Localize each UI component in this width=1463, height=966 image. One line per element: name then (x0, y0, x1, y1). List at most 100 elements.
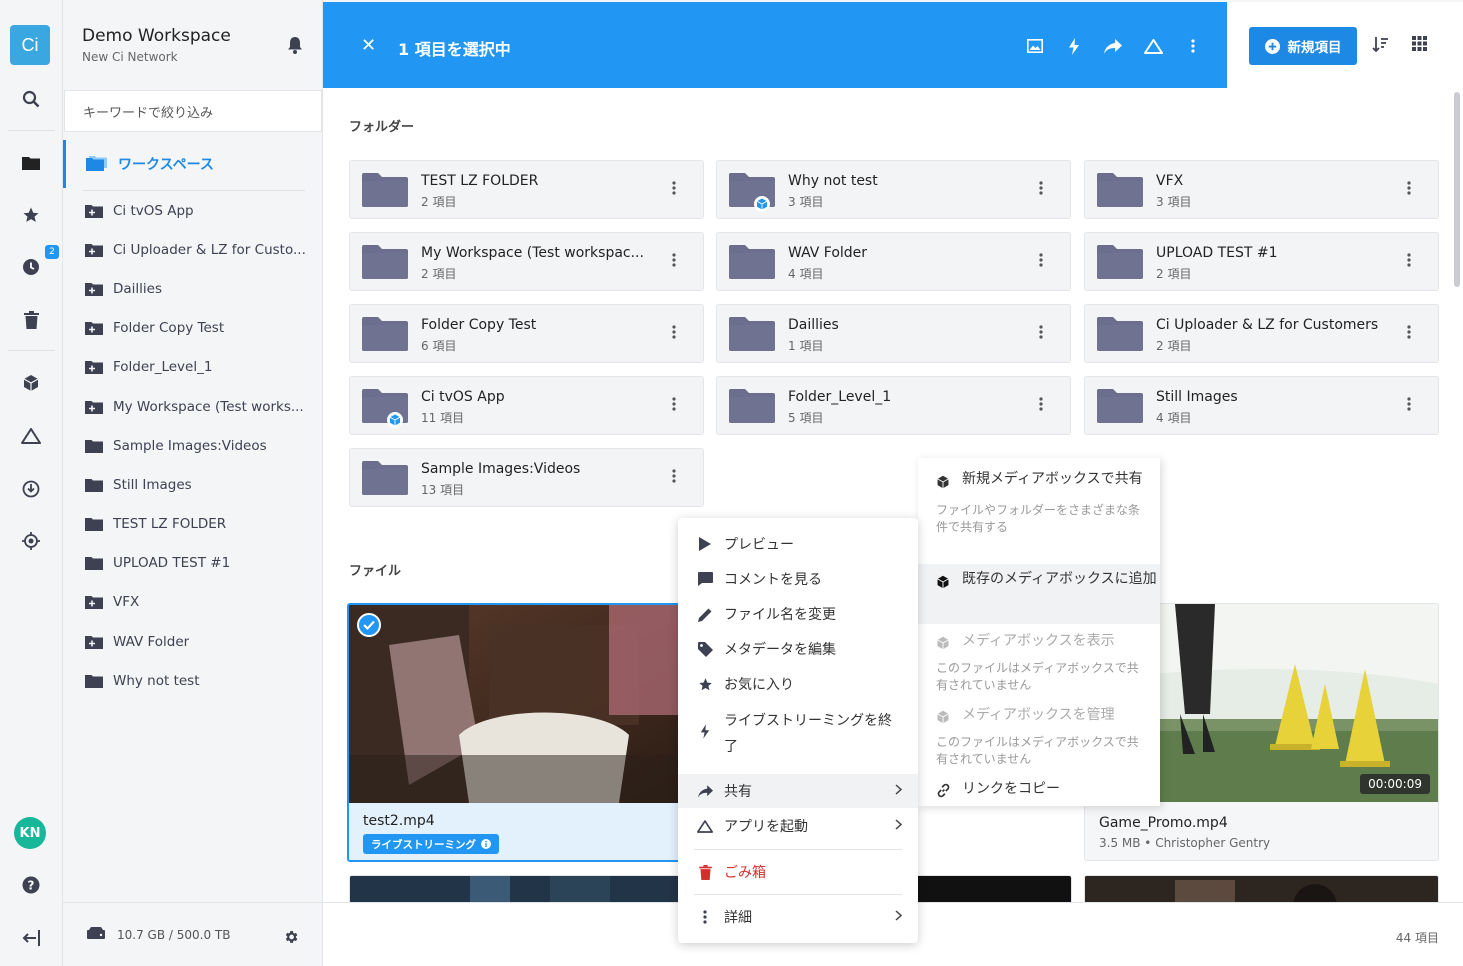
more-icon[interactable] (672, 397, 676, 415)
sidebar-folder-item[interactable]: Daillies (85, 269, 310, 308)
more-icon[interactable] (1407, 253, 1411, 271)
grid-icon[interactable] (1412, 36, 1427, 55)
sidebar-folder-item[interactable]: UPLOAD TEST #1 (85, 544, 310, 583)
sidebar-folder-item[interactable]: Ci tvOS App (85, 191, 310, 230)
more-icon[interactable] (672, 181, 676, 199)
menu-item-end-livestream[interactable]: ライブストリーミングを終了 (678, 708, 918, 758)
more-icon[interactable] (1183, 36, 1203, 56)
sidebar-item-workspace[interactable]: ワークスペース (63, 140, 322, 188)
more-icon[interactable] (1039, 253, 1043, 271)
menu-label: メタデータを編集 (724, 642, 836, 658)
sidebar-folder-item[interactable]: Folder Copy Test (85, 309, 310, 348)
apps-icon[interactable] (1143, 36, 1163, 56)
folder-card[interactable]: WAV Folder 4 項目 (716, 232, 1071, 291)
share-icon[interactable] (1103, 36, 1123, 56)
folder-card[interactable]: Why not test 3 項目 (716, 160, 1071, 219)
folder-icon (362, 173, 408, 211)
storage-usage: 10.7 GB / 500.0 TB (63, 902, 322, 966)
more-icon[interactable] (1407, 397, 1411, 415)
files-section-title: ファイル (349, 564, 402, 579)
menu-item-copy-link[interactable]: リンクをコピー (918, 776, 1160, 804)
recent-badge: 2 (45, 245, 59, 259)
more-icon[interactable] (1039, 397, 1043, 415)
menu-item-new-mediabox[interactable]: 新規メディアボックスで共有 ファイルやフォルダーをさまざまな条件で共有する (918, 466, 1160, 566)
item-total: 44 項目 (1395, 931, 1439, 945)
search-icon[interactable] (18, 86, 44, 112)
more-icon[interactable] (1407, 181, 1411, 199)
sidebar-folder-item[interactable]: Ci Uploader & LZ for Custo... (85, 230, 310, 269)
workspace-title[interactable]: Demo Workspace (82, 26, 231, 46)
trash-icon[interactable] (18, 307, 44, 333)
folder-card[interactable]: UPLOAD TEST #1 2 項目 (1084, 232, 1439, 291)
filter-input[interactable]: キーワードで絞り込み (64, 90, 322, 132)
folder-card[interactable]: TEST LZ FOLDER 2 項目 (349, 160, 704, 219)
folder-card[interactable]: Folder Copy Test 6 項目 (349, 304, 704, 363)
menu-item-add-existing-mediabox[interactable]: 既存のメディアボックスに追加 (918, 564, 1160, 624)
clock-icon[interactable] (18, 254, 44, 280)
mediabox-icon[interactable] (18, 370, 44, 396)
folder-icon[interactable] (18, 149, 44, 175)
close-icon[interactable]: ✕ (361, 35, 376, 56)
sidebar-folder-item[interactable]: Sample Images:Videos (85, 426, 310, 465)
folder-card[interactable]: My Workspace (Test workspac... 2 項目 (349, 232, 704, 291)
avatar[interactable]: KN (14, 817, 46, 849)
menu-item-edit-metadata[interactable]: メタデータを編集 (678, 635, 918, 663)
folder-card[interactable]: Folder_Level_1 5 項目 (716, 376, 1071, 435)
folder-card[interactable]: VFX 3 項目 (1084, 160, 1439, 219)
more-icon[interactable] (1039, 181, 1043, 199)
file-card-partial[interactable] (1084, 875, 1439, 902)
sidebar-folder-item[interactable]: Folder_Level_1 (85, 348, 310, 387)
menu-item-launch-app[interactable]: アプリを起動 (678, 812, 918, 840)
star-icon (696, 677, 714, 692)
menu-item-rename[interactable]: ファイル名を変更 (678, 600, 918, 628)
folder-card[interactable]: Daillies 1 項目 (716, 304, 1071, 363)
ci-logo[interactable]: Ci (10, 25, 50, 65)
scrollbar[interactable] (1454, 92, 1460, 287)
menu-label: アプリを起動 (724, 819, 808, 835)
file-card-test2[interactable]: test2.mp4 ライブストリーミング (347, 603, 702, 862)
lightning-icon[interactable] (1064, 36, 1084, 56)
menu-item-comments[interactable]: コメントを見る (678, 565, 918, 593)
menu-item-favorite[interactable]: お気に入り (678, 670, 918, 698)
sidebar-folder-label: TEST LZ FOLDER (113, 516, 227, 533)
sort-icon[interactable] (1372, 36, 1388, 56)
apps-icon[interactable] (18, 423, 44, 449)
sidebar-folder-label: Folder Copy Test (113, 320, 225, 337)
folder-card[interactable]: Ci Uploader & LZ for Customers 2 項目 (1084, 304, 1439, 363)
menu-item-trash[interactable]: ごみ箱 (678, 858, 918, 886)
logout-icon[interactable] (18, 925, 44, 951)
target-icon[interactable] (18, 528, 44, 554)
more-icon[interactable] (672, 325, 676, 343)
folder-card[interactable]: Ci tvOS App 11 項目 (349, 376, 704, 435)
more-icon[interactable] (1407, 325, 1411, 343)
star-icon[interactable] (18, 202, 44, 228)
sidebar-folder-item[interactable]: My Workspace (Test works... (85, 387, 310, 426)
more-icon[interactable] (672, 469, 676, 487)
sidebar-folder-item[interactable]: WAV Folder (85, 622, 310, 661)
folder-count: 2 項目 (421, 267, 457, 281)
sidebar-folder-item[interactable]: Why not test (85, 661, 310, 700)
folder-name: WAV Folder (788, 245, 868, 261)
sidebar-folder-item[interactable]: Still Images (85, 465, 310, 504)
more-icon[interactable] (1039, 325, 1043, 343)
new-item-button[interactable]: 新規項目 (1249, 27, 1357, 65)
sidebar-folder-item[interactable]: TEST LZ FOLDER (85, 505, 310, 544)
sidebar-folder-item[interactable]: VFX (85, 583, 310, 622)
bell-icon[interactable] (287, 36, 303, 58)
sidebar: Demo Workspace New Ci Network キーワードで絞り込み… (63, 0, 323, 966)
menu-item-preview[interactable]: プレビュー (678, 530, 918, 558)
download-icon[interactable] (18, 476, 44, 502)
folder-card[interactable]: Sample Images:Videos 13 項目 (349, 448, 704, 507)
file-card-partial[interactable] (349, 875, 704, 902)
help-icon[interactable]: ? (18, 872, 44, 898)
folder-card[interactable]: Still Images 4 項目 (1084, 376, 1439, 435)
folder-count: 11 項目 (421, 411, 465, 425)
menu-label: 詳細 (724, 910, 752, 926)
image-icon[interactable] (1025, 36, 1045, 56)
menu-item-share[interactable]: 共有 (678, 774, 918, 808)
menu-item-details[interactable]: 詳細 (678, 903, 918, 931)
chevron-right-icon (895, 818, 903, 834)
check-icon[interactable] (357, 613, 381, 637)
gear-icon[interactable] (283, 929, 299, 948)
more-icon[interactable] (672, 253, 676, 271)
